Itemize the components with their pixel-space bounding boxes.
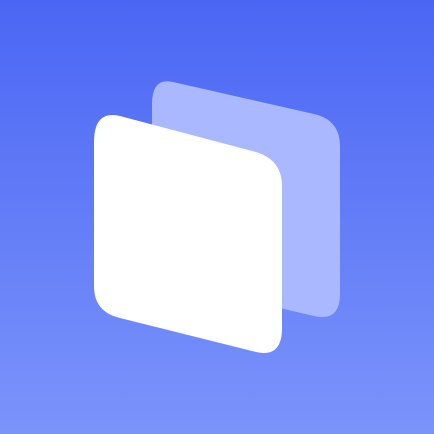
stacked-pages-icon [0,0,434,434]
app-icon [0,0,434,434]
